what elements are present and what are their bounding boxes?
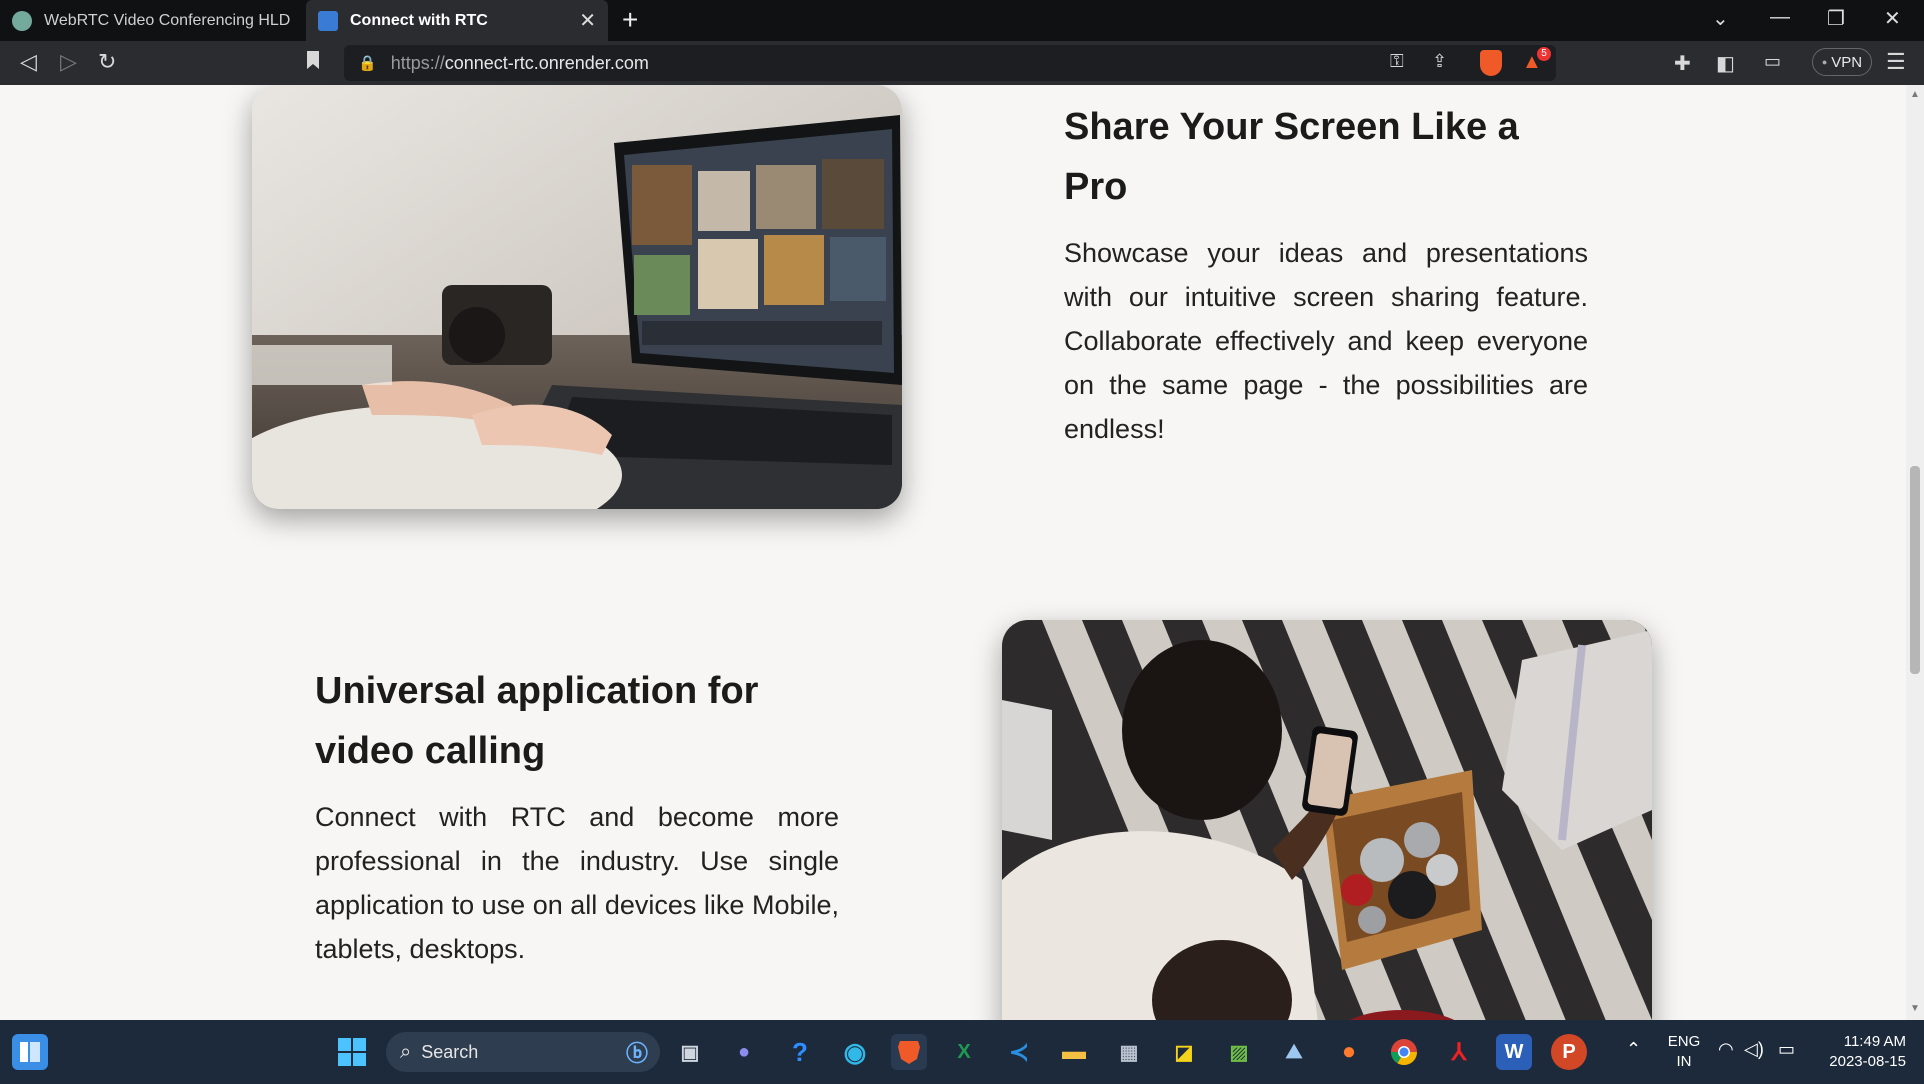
firefox-icon[interactable]: ● [1331, 1034, 1367, 1070]
tab-label: Connect with RTC [350, 11, 488, 29]
help-icon[interactable]: ? [782, 1034, 818, 1070]
lock-icon: 🔒 [358, 55, 377, 72]
feature-body: Connect with RTC and become more profess… [315, 802, 839, 964]
address-bar[interactable]: 🔒 https://connect-rtc.onrender.com [344, 45, 1556, 81]
tab-strip: WebRTC Video Conferencing HLD Connect wi… [0, 0, 1924, 41]
calculator-icon[interactable]: ▦ [1111, 1034, 1147, 1070]
language-indicator[interactable]: ENG IN [1664, 1032, 1704, 1072]
feature-title: Share Your Screen Like a Pro [1064, 106, 1519, 208]
video-call-image [1002, 620, 1652, 1020]
vpn-button[interactable]: ● VPN [1812, 48, 1872, 76]
restore-icon[interactable]: ❐ [1827, 6, 1845, 31]
tab-connect-rtc[interactable]: Connect with RTC ✕ [306, 0, 608, 41]
bookmark-icon[interactable] [306, 50, 320, 76]
taskbar-search[interactable]: ⌕ Search ⓑ [386, 1032, 660, 1072]
screen-share-image [252, 85, 902, 509]
word-icon[interactable]: W [1496, 1034, 1532, 1070]
reload-icon[interactable]: ↻ [98, 49, 116, 75]
close-tab-icon[interactable]: ✕ [579, 8, 596, 33]
scroll-up-icon[interactable]: ▲ [1910, 89, 1920, 100]
close-window-icon[interactable]: ✕ [1884, 6, 1901, 31]
back-icon[interactable]: ◁ [20, 49, 37, 75]
language-code: ENG [1667, 1033, 1701, 1050]
wallet-icon[interactable]: ▭ [1764, 51, 1781, 72]
wifi-icon[interactable]: ◠ [1718, 1039, 1734, 1060]
image-editor-icon[interactable]: ▨ [1221, 1034, 1257, 1070]
powerpoint-icon[interactable]: P [1551, 1034, 1587, 1070]
brave-shields-icon[interactable] [1480, 50, 1502, 76]
task-view-icon[interactable]: ▣ [672, 1034, 708, 1070]
tab-label: WebRTC Video Conferencing HLD [44, 11, 291, 29]
tab-search-icon[interactable]: ⌄ [1712, 6, 1729, 31]
battery-icon[interactable]: ▭ [1778, 1039, 1795, 1060]
url-host: connect-rtc.onrender.com [444, 52, 649, 73]
windows-taskbar: ⌕ Search ⓑ ▣ ● ? ◉ X ≺ ▬ ▦ ◪ ▨ ⛰ ● ⅄ W P… [0, 1020, 1924, 1084]
volume-icon[interactable]: ◁) [1744, 1039, 1764, 1060]
share-icon[interactable]: ⇪ [1432, 51, 1447, 72]
clock-time: 11:49 AM [1843, 1033, 1906, 1050]
acrobat-icon[interactable]: ⅄ [1441, 1034, 1477, 1070]
show-hidden-icons-icon[interactable]: ⌃ [1626, 1039, 1641, 1060]
sidebar-icon[interactable]: ◧ [1716, 51, 1735, 76]
site-favicon-icon [318, 10, 338, 31]
minimize-icon[interactable]: — [1770, 6, 1790, 29]
teams-chat-icon[interactable]: ● [726, 1034, 762, 1070]
search-icon: ⌕ [400, 1040, 412, 1063]
feature-title: Universal application for video calling [315, 670, 759, 772]
vpn-label: VPN [1831, 53, 1863, 71]
chrome-icon[interactable] [1386, 1034, 1422, 1070]
browser-toolbar: ◁ ▷ ↻ 🔒 https://connect-rtc.onrender.com… [0, 41, 1924, 85]
widgets-icon[interactable] [12, 1034, 48, 1070]
edge-icon[interactable]: ◉ [837, 1034, 873, 1070]
clock[interactable]: 11:49 AM 2023-08-15 [1806, 1032, 1906, 1072]
region-code: IN [1676, 1053, 1692, 1070]
scroll-down-icon[interactable]: ▼ [1910, 1003, 1920, 1014]
new-tab-icon[interactable]: + [622, 4, 638, 36]
key-icon[interactable]: ⚿ [1390, 51, 1404, 72]
page-scrollbar[interactable]: ▲ ▼ [1906, 85, 1924, 1020]
scrollbar-thumb[interactable] [1910, 466, 1920, 674]
tab-webrtc-hld[interactable]: WebRTC Video Conferencing HLD [0, 0, 304, 41]
brave-icon[interactable] [891, 1034, 927, 1070]
vscode-icon[interactable]: ≺ [1001, 1034, 1037, 1070]
file-explorer-icon[interactable]: ▬ [1056, 1034, 1092, 1070]
feature-universal-app: Universal application for video calling … [315, 661, 839, 971]
sticky-notes-icon[interactable]: ◪ [1166, 1034, 1202, 1070]
url-protocol: https:// [390, 52, 445, 73]
chatgpt-icon [12, 10, 32, 31]
start-icon[interactable] [334, 1034, 370, 1070]
page-viewport: Share Your Screen Like a Pro Showcase yo… [0, 85, 1906, 1020]
clock-date: 2023-08-15 [1829, 1053, 1906, 1070]
search-label: Search [421, 1041, 479, 1062]
menu-icon[interactable]: ☰ [1886, 49, 1906, 75]
forward-icon[interactable]: ▷ [60, 49, 77, 75]
photos-icon[interactable]: ⛰ [1276, 1034, 1312, 1070]
notification-badge: 5 [1537, 47, 1551, 61]
feature-body: Showcase your ideas and presentations wi… [1064, 238, 1588, 444]
excel-icon[interactable]: X [946, 1034, 982, 1070]
feature-screen-share: Share Your Screen Like a Pro Showcase yo… [1064, 97, 1588, 451]
bing-icon: ⓑ [625, 1041, 648, 1066]
vpn-status-icon: ● [1821, 57, 1828, 67]
extensions-icon[interactable]: ✚ [1674, 51, 1691, 76]
